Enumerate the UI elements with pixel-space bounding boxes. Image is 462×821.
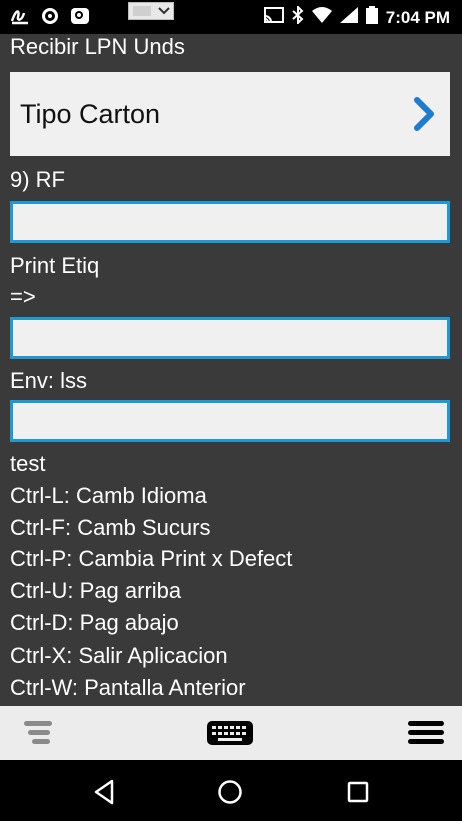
test-label: test	[10, 451, 46, 476]
hamburger-menu-icon[interactable]	[408, 718, 444, 748]
status-bar: 7:04 PM	[0, 0, 462, 34]
shortcut-pag-abajo: Ctrl-D: Pag abajo	[10, 610, 179, 635]
tipo-carton-menu-item[interactable]: Tipo Carton	[10, 72, 450, 156]
recents-icon[interactable]	[342, 776, 374, 808]
signal-icon	[339, 7, 358, 28]
status-time: 7:04 PM	[385, 7, 450, 27]
shortcut-salir-aplicacion: Ctrl-X: Salir Aplicacion	[10, 643, 228, 668]
shortcut-camb-sucurs: Ctrl-F: Camb Sucurs	[10, 515, 211, 540]
signature-icon	[10, 6, 30, 26]
filter-menu-icon[interactable]	[24, 718, 54, 748]
bottom-toolbar	[0, 706, 462, 760]
status-right-icons: 7:04 PM	[263, 4, 450, 29]
chevron-right-icon	[410, 96, 438, 132]
back-icon[interactable]	[88, 776, 120, 808]
bluetooth-icon	[292, 4, 304, 29]
rf-field-label: 9) RF	[10, 167, 65, 192]
print-etiq-label: Print Etiq	[10, 253, 100, 278]
status-left-icons	[10, 6, 90, 26]
eye-icon	[40, 6, 60, 26]
home-icon[interactable]	[214, 776, 246, 808]
shortcut-pantalla-anterior: Ctrl-W: Pantalla Anterior	[10, 675, 246, 700]
navigation-bar	[0, 760, 462, 821]
shortcut-cambia-print: Ctrl-P: Cambia Print x Defect	[10, 546, 293, 571]
env-input[interactable]	[10, 400, 450, 442]
wifi-icon	[311, 7, 332, 28]
menu-item-label: Tipo Carton	[20, 98, 161, 129]
env-label: Env: lss	[10, 368, 88, 393]
screen-title: Recibir LPN Unds	[10, 34, 185, 59]
remote-icon	[70, 6, 90, 26]
shortcut-camb-idioma: Ctrl-L: Camb Idioma	[10, 483, 207, 508]
main-content: Recibir LPN Unds Tipo Carton 9) RF Print…	[0, 34, 462, 706]
screen-preview-icon	[128, 2, 174, 20]
battery-icon	[365, 6, 378, 29]
arrow-label: =>	[10, 284, 36, 309]
print-etiq-input[interactable]	[10, 317, 450, 359]
cast-icon	[263, 7, 284, 28]
keyboard-icon[interactable]	[206, 718, 254, 748]
rf-input[interactable]	[10, 201, 450, 243]
shortcut-pag-arriba: Ctrl-U: Pag arriba	[10, 578, 182, 603]
